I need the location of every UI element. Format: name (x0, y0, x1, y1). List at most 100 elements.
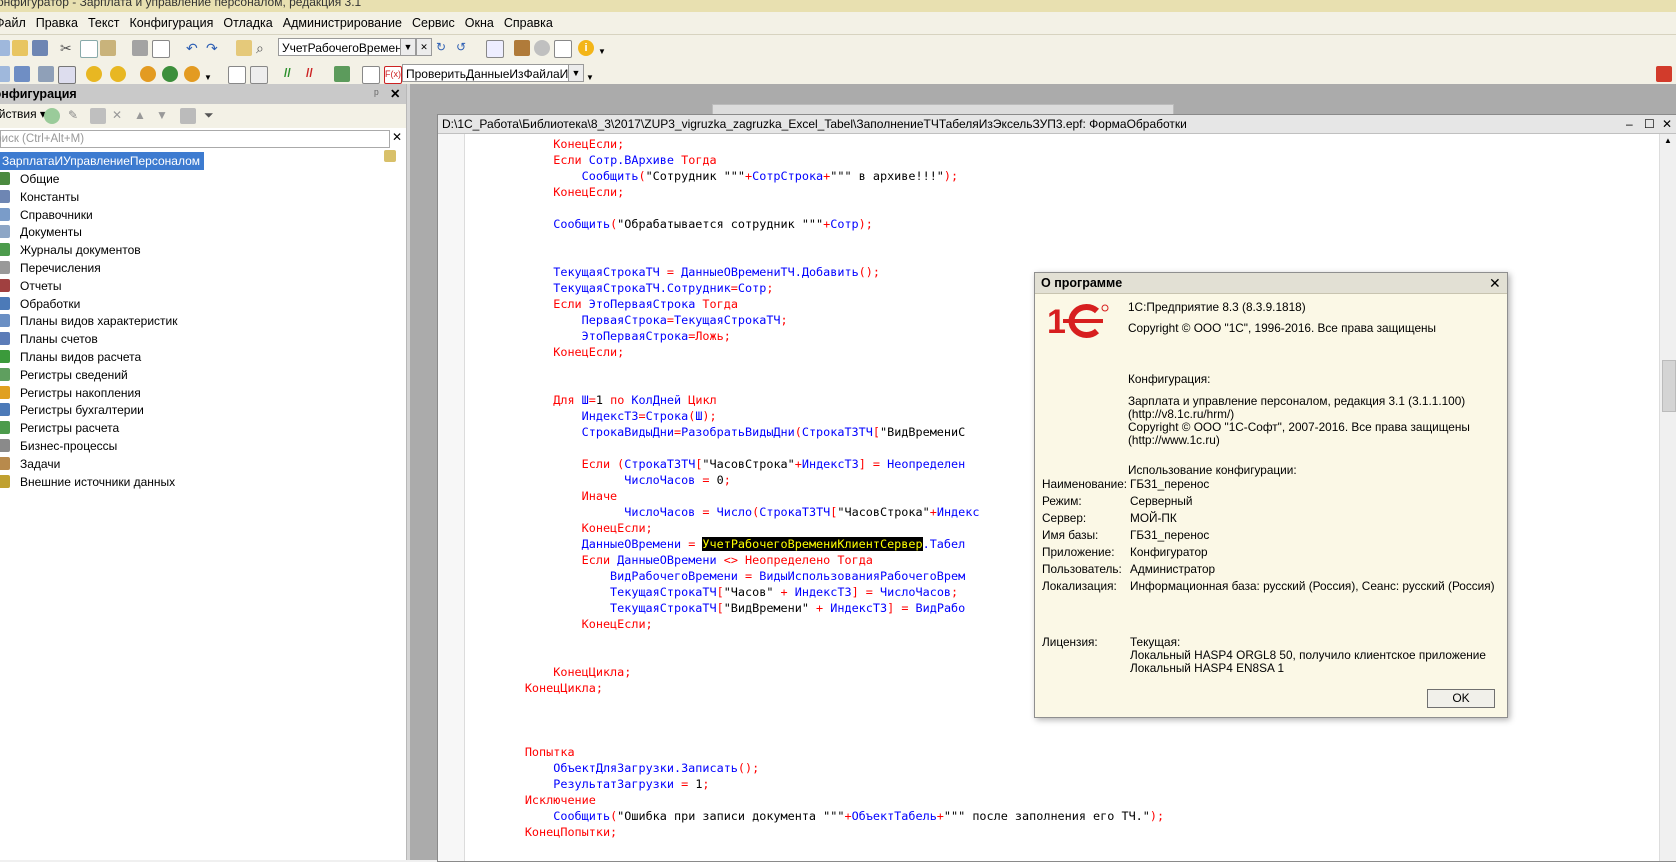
open-config-icon[interactable] (14, 66, 30, 82)
check-module-icon[interactable] (334, 66, 350, 82)
tree-item-label: Отчеты (20, 278, 62, 293)
field-label: Пользователь: (1042, 562, 1122, 576)
field-value: Серверный (1130, 494, 1193, 508)
pin-icon[interactable]: ᵖ (374, 84, 379, 104)
close-panel-icon[interactable]: ✕ (390, 84, 400, 104)
tree-search-input[interactable]: Поиск (Ctrl+Alt+M) (0, 130, 390, 148)
tree-item-label: Внешние источники данных (20, 474, 176, 489)
cut-icon[interactable]: ✂ (60, 40, 76, 56)
description-icon[interactable] (554, 40, 572, 58)
step-icon[interactable] (140, 66, 156, 82)
syntax-helper-icon[interactable] (534, 40, 550, 56)
actions-menu[interactable]: Действия ▾ (0, 107, 46, 121)
connect-icon[interactable] (162, 66, 178, 82)
toolbar2-dropdown-icon[interactable]: ▼ (586, 66, 602, 82)
code-gutter (438, 134, 465, 861)
procedures-icon[interactable] (362, 66, 380, 84)
menu-help[interactable]: Справка (499, 12, 558, 34)
method-combo-dropdown[interactable]: ▼ (568, 64, 584, 82)
menu-windows[interactable]: Окна (460, 12, 499, 34)
configuration-panel: Конфигурация ᵖ ✕ Действия ▾ ✎ ✕ ▲ ▼ ⏷ По… (0, 84, 407, 860)
close-window-icon[interactable]: ✕ (1662, 115, 1672, 133)
tree-item-label: Перечисления (20, 261, 101, 275)
move-down-icon[interactable]: ▼ (156, 108, 172, 124)
document-journals-icon (0, 243, 10, 257)
paste-icon[interactable] (100, 40, 116, 56)
main-toolbar: ✂ ↶ ↷ ⌕ УчетРабочегоВремени ▼ ✕ ↻ ↺ i ▼ (0, 35, 1676, 62)
toolbar-dropdown-icon[interactable]: ▼ (598, 40, 614, 56)
search-combo[interactable]: УчетРабочегоВремени (278, 38, 406, 56)
undo-icon[interactable]: ↶ (186, 40, 202, 56)
function-icon[interactable]: F(x) (384, 66, 402, 84)
license-line-2: Локальный HASP4 ORGL8 50, получило клиен… (1130, 648, 1486, 662)
open-folder-icon[interactable] (12, 40, 28, 56)
new-icon[interactable] (0, 40, 10, 56)
indent-icon[interactable] (250, 66, 268, 84)
tree-item-label: Бизнес-процессы (20, 439, 118, 453)
field-value: ГБЗ1_перенос (1130, 528, 1210, 542)
print-preview-icon[interactable] (152, 40, 170, 58)
calculation-registers-icon (0, 421, 10, 435)
menu-service[interactable]: Сервис (407, 12, 460, 34)
run-dropdown-icon[interactable]: ▼ (204, 66, 220, 82)
menu-debug[interactable]: Отладка (218, 12, 277, 34)
search-combo-dropdown[interactable]: ▼ (400, 38, 416, 56)
config-tree-icon[interactable] (0, 66, 10, 82)
add-icon[interactable] (44, 108, 60, 124)
configuration-name: Зарплата и управление персоналом, редакц… (1128, 394, 1466, 408)
maximize-icon[interactable]: ☐ (1644, 115, 1655, 133)
continue-icon[interactable] (184, 66, 200, 82)
filter-icon[interactable]: ⏷ (204, 108, 220, 124)
windows-icon[interactable] (486, 40, 504, 58)
ok-button[interactable]: OK (1427, 689, 1495, 708)
update-db-icon[interactable] (38, 66, 54, 82)
menu-file[interactable]: Файл (0, 12, 31, 34)
tree-item-label: Планы счетов (20, 332, 98, 347)
constants-icon (0, 189, 10, 203)
1c-logo: 1 (1045, 303, 1111, 341)
redo-icon[interactable]: ↷ (206, 40, 222, 56)
info-icon[interactable]: i (578, 40, 594, 56)
start-debug-icon[interactable] (86, 66, 102, 82)
tree-root-item[interactable]: ЗарплатаИУправлениеПерсоналом (0, 152, 205, 170)
vertical-scrollbar[interactable]: ▲ (1659, 134, 1676, 861)
code-window-title-bar: D:\1C_Работа\Библиотека\8_3\2017\ZUP3_vi… (438, 115, 1676, 134)
dialog-close-icon[interactable]: ✕ (1489, 273, 1501, 293)
uncomment-icon[interactable]: // (306, 66, 322, 82)
copy-item-icon[interactable] (90, 108, 106, 124)
search-icon[interactable]: ⌕ (256, 40, 272, 56)
charts-of-accounts-icon (0, 332, 10, 346)
clear-search-icon[interactable]: ✕ (392, 130, 402, 144)
find-next-icon[interactable]: ↻ (436, 40, 452, 56)
tree-item-label: Журналы документов (20, 243, 141, 258)
table-icon[interactable] (58, 66, 76, 84)
delete-icon[interactable]: ✕ (112, 108, 128, 124)
breakpoint-icon[interactable] (1656, 66, 1672, 82)
format-icon[interactable] (228, 66, 246, 84)
find-previous-icon[interactable]: ↺ (456, 40, 472, 56)
menu-configuration[interactable]: Конфигурация (124, 12, 218, 34)
minimize-icon[interactable]: – (1626, 115, 1633, 133)
license-label: Лицензия: (1042, 635, 1098, 649)
copy-icon[interactable] (80, 40, 98, 58)
tree-item-label: Общие (20, 172, 60, 186)
about-dialog: О программе ✕ 1 1С:Предприятие 8.3 (8.3.… (1034, 272, 1508, 718)
menu-text[interactable]: Текст (83, 12, 124, 34)
product-copyright: Copyright © ООО "1С", 1996-2016. Все пра… (1128, 321, 1437, 335)
print-icon[interactable] (132, 40, 148, 56)
save-icon[interactable] (32, 40, 48, 56)
run-icon[interactable] (110, 66, 126, 82)
field-value: Администратор (1130, 562, 1216, 576)
search-clear-button[interactable]: ✕ (416, 38, 432, 56)
debug-icon[interactable] (514, 40, 530, 56)
find-in-files-icon[interactable] (236, 40, 252, 56)
sort-icon[interactable] (180, 108, 196, 124)
move-up-icon[interactable]: ▲ (134, 108, 150, 124)
edit-icon[interactable]: ✎ (68, 108, 84, 124)
method-combo[interactable]: ПроверитьДанныеИзФайлаИЗ (402, 64, 570, 82)
field-label: Наименование: (1042, 477, 1128, 491)
comment-icon[interactable]: // (284, 66, 300, 82)
menu-edit[interactable]: Правка (31, 12, 83, 34)
tree-item-label: Обработки (20, 296, 81, 311)
menu-administration[interactable]: Администрирование (278, 12, 407, 34)
